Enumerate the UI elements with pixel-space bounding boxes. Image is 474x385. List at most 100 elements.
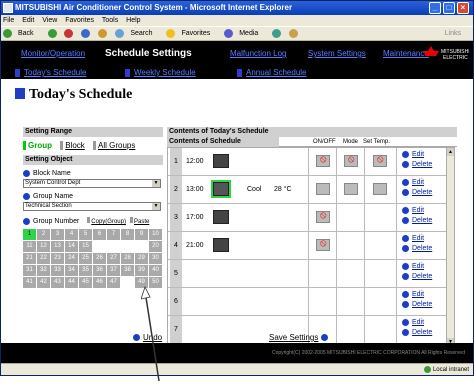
tab-maintenance[interactable]: Maintenance: [383, 41, 429, 67]
scroll-up-icon[interactable]: ▲: [447, 148, 454, 156]
group-number-cell[interactable]: 45: [79, 277, 92, 288]
delete-link[interactable]: Delete: [402, 216, 432, 224]
subtab-annual-schedule[interactable]: Annual Schedule: [237, 67, 307, 79]
refresh-icon[interactable]: [81, 28, 91, 38]
tab-monitor-operation[interactable]: Monitor/Operation: [21, 41, 85, 67]
copy-group-button[interactable]: Copy(Group): [87, 217, 126, 225]
group-number-cell[interactable]: 9: [135, 229, 148, 240]
subtab-weekly-schedule[interactable]: Weekly Schedule: [125, 67, 196, 79]
range-block[interactable]: Block: [60, 141, 85, 151]
group-number-cell[interactable]: 4: [65, 229, 78, 240]
menu-edit[interactable]: Edit: [22, 17, 34, 24]
row-time: 21:00: [186, 242, 204, 249]
divider: [336, 288, 337, 316]
divider: [336, 232, 337, 260]
group-number-cell[interactable]: 25: [79, 253, 92, 264]
group-name-select[interactable]: Technical Section ▼: [23, 202, 161, 211]
group-number-cell[interactable]: 28: [121, 253, 134, 264]
edit-link[interactable]: Edit: [402, 262, 424, 270]
forward-arrow-icon[interactable]: [47, 28, 57, 38]
group-number-cell[interactable]: 37: [107, 265, 120, 276]
favorites-button[interactable]: Favorites: [166, 28, 216, 38]
media-button[interactable]: Media: [224, 28, 264, 38]
back-button[interactable]: Back: [3, 28, 40, 38]
group-number-cell[interactable]: 35: [79, 265, 92, 276]
menu-tools[interactable]: Tools: [102, 17, 118, 24]
group-number-cell[interactable]: 2: [37, 229, 50, 240]
group-number-cell[interactable]: 38: [121, 265, 134, 276]
group-number-cell[interactable]: 46: [93, 277, 106, 288]
stop-icon[interactable]: [64, 28, 74, 38]
edit-link[interactable]: Edit: [402, 234, 424, 242]
close-button[interactable]: ×: [457, 2, 469, 14]
edit-link[interactable]: Edit: [402, 206, 424, 214]
group-number-cell[interactable]: 26: [93, 253, 106, 264]
group-number-cell[interactable]: 1: [23, 229, 36, 240]
group-number-cell[interactable]: 12: [37, 241, 50, 252]
menu-view[interactable]: View: [42, 17, 57, 24]
group-number-cell[interactable]: 22: [37, 253, 50, 264]
tab-schedule-settings[interactable]: Schedule Settings: [105, 41, 192, 67]
group-number-cell[interactable]: 47: [107, 277, 120, 288]
group-number-cell[interactable]: 41: [23, 277, 36, 288]
delete-link[interactable]: Delete: [402, 244, 432, 252]
range-group[interactable]: Group: [23, 141, 52, 151]
edit-link[interactable]: Edit: [402, 318, 424, 326]
group-number-cell[interactable]: 24: [65, 253, 78, 264]
scrollbar[interactable]: ▲ ▼: [446, 148, 454, 346]
paste-button[interactable]: Paste: [129, 217, 149, 225]
menu-file[interactable]: File: [3, 17, 14, 24]
delete-link[interactable]: Delete: [402, 300, 432, 308]
home-icon[interactable]: [98, 28, 108, 38]
group-number-cell[interactable]: 40: [149, 265, 162, 276]
tab-system-settings[interactable]: System Settings: [308, 41, 366, 67]
links-label[interactable]: Links: [445, 27, 461, 41]
group-number-cell[interactable]: 33: [51, 265, 64, 276]
mail-icon[interactable]: [289, 28, 299, 38]
group-number-cell[interactable]: 7: [107, 229, 120, 240]
group-number-cell[interactable]: 31: [23, 265, 36, 276]
group-number-cell[interactable]: 10: [149, 229, 162, 240]
group-number-cell[interactable]: 36: [93, 265, 106, 276]
group-number-cell[interactable]: 3: [51, 229, 64, 240]
tab-malfunction-log[interactable]: Malfunction Log: [230, 41, 286, 67]
group-number-cell[interactable]: 8: [121, 229, 134, 240]
group-number-cell[interactable]: 27: [107, 253, 120, 264]
group-number-cell[interactable]: 6: [93, 229, 106, 240]
group-number-cell[interactable]: 5: [79, 229, 92, 240]
maximize-button[interactable]: □: [443, 2, 455, 14]
save-settings-button[interactable]: Save Settings: [269, 333, 331, 343]
group-number-cell[interactable]: 34: [65, 265, 78, 276]
divider: [396, 204, 397, 232]
history-icon[interactable]: [272, 28, 282, 38]
range-all-groups[interactable]: All Groups: [93, 141, 135, 151]
delete-link[interactable]: Delete: [402, 272, 432, 280]
block-name-select[interactable]: System Control Dept ▼: [23, 179, 161, 188]
group-number-cell[interactable]: 42: [37, 277, 50, 288]
menu-favorites[interactable]: Favorites: [65, 17, 94, 24]
group-number-cell[interactable]: 13: [51, 241, 64, 252]
group-number-cell[interactable]: 20: [149, 241, 162, 252]
minimize-button[interactable]: _: [429, 2, 441, 14]
bullet-icon: [402, 318, 409, 326]
group-number-cell[interactable]: 30: [149, 253, 162, 264]
group-number-cell[interactable]: 39: [135, 265, 148, 276]
group-number-cell[interactable]: 14: [65, 241, 78, 252]
group-number-cell[interactable]: 15: [79, 241, 92, 252]
edit-link[interactable]: Edit: [402, 178, 424, 186]
group-number-cell[interactable]: 44: [65, 277, 78, 288]
group-number-cell[interactable]: 21: [23, 253, 36, 264]
group-number-cell[interactable]: 11: [23, 241, 36, 252]
contents-title: Contents of Today's Schedule: [167, 127, 457, 137]
group-number-cell[interactable]: 43: [51, 277, 64, 288]
subtab-todays-schedule[interactable]: Today's Schedule: [15, 67, 86, 79]
delete-link[interactable]: Delete: [402, 160, 432, 168]
search-button[interactable]: Search: [115, 28, 158, 38]
delete-link[interactable]: Delete: [402, 188, 432, 196]
group-number-cell[interactable]: 23: [51, 253, 64, 264]
group-number-cell[interactable]: 32: [37, 265, 50, 276]
group-number-cell[interactable]: 29: [135, 253, 148, 264]
menu-help[interactable]: Help: [126, 17, 140, 24]
edit-link[interactable]: Edit: [402, 290, 424, 298]
edit-link[interactable]: Edit: [402, 150, 424, 158]
